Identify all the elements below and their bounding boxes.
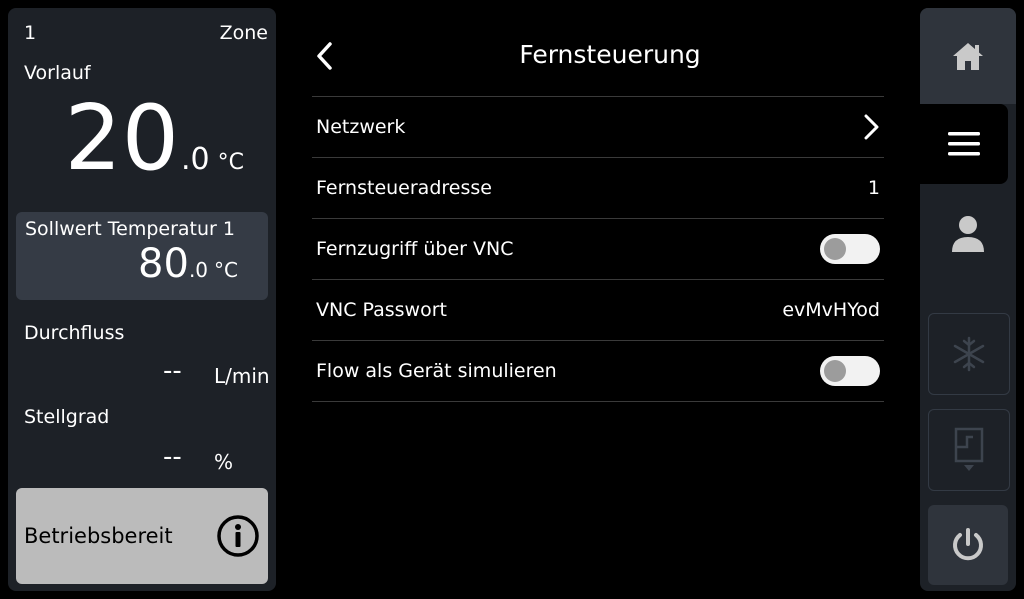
setpoint-box[interactable]: Sollwert Temperatur 1 80 .0 °C <box>16 212 268 300</box>
settings-list: Netzwerk Fernsteueradresse 1 Fernzugriff… <box>312 96 884 402</box>
settings-row-label: VNC Passwort <box>316 299 447 321</box>
user-icon <box>952 216 984 252</box>
settings-row-flow-simulate: Flow als Gerät simulieren <box>312 341 884 402</box>
stellgrad-value: -- <box>163 442 182 472</box>
settings-row-fernsteueradresse[interactable]: Fernsteueradresse 1 <box>312 158 884 219</box>
settings-row-label: Netzwerk <box>316 116 406 138</box>
zone-number: 1 <box>24 22 37 44</box>
settings-row-label: Fernsteueradresse <box>316 177 492 199</box>
durchfluss-value: -- <box>163 356 182 386</box>
status-panel: 1 Zone Vorlauf 20 .0 °C Sollwert Tempera… <box>8 8 276 591</box>
nav-user-button[interactable] <box>920 192 1016 276</box>
durchfluss-label: Durchfluss <box>24 322 125 344</box>
settings-row-value: 1 <box>867 177 880 199</box>
info-icon[interactable] <box>216 514 260 558</box>
flow-temperature: 20 .0 °C <box>64 94 244 184</box>
stellgrad-unit: % <box>214 450 234 474</box>
nav-power-button[interactable] <box>928 505 1008 585</box>
durchfluss-unit: L/min <box>214 364 270 388</box>
settings-row-netzwerk[interactable]: Netzwerk <box>312 97 884 158</box>
stellgrad-label: Stellgrad <box>24 406 110 428</box>
setpoint-unit: °C <box>214 258 238 282</box>
flow-label: Vorlauf <box>24 62 91 84</box>
toggle-knob <box>824 238 846 260</box>
menu-icon <box>948 132 980 156</box>
zone-label: Zone <box>219 22 268 44</box>
chevron-right-icon <box>864 114 879 140</box>
home-icon <box>953 43 983 70</box>
settings-row-value: evMvHYod <box>782 299 880 321</box>
flow-temp-dec: .0 <box>181 142 210 177</box>
door-icon <box>954 427 984 471</box>
settings-row-label: Flow als Gerät simulieren <box>316 360 557 382</box>
nav-menu-button[interactable] <box>920 104 1008 184</box>
nav-cooling-button[interactable] <box>928 313 1010 395</box>
setpoint-label: Sollwert Temperatur 1 <box>25 218 235 240</box>
flow-simulate-toggle[interactable] <box>820 356 880 386</box>
settings-row-vnc-password[interactable]: VNC Passwort evMvHYod <box>312 280 884 341</box>
status-text: Betriebsbereit <box>24 524 173 548</box>
nav-door-button[interactable] <box>928 409 1010 491</box>
flow-temp-unit: °C <box>217 150 244 175</box>
snowflake-icon <box>953 336 985 372</box>
settings-row-label: Fernzugriff über VNC <box>316 238 514 260</box>
setpoint-dec: .0 <box>188 258 209 282</box>
page-title: Fernsteuerung <box>519 40 701 69</box>
status-box[interactable]: Betriebsbereit <box>16 488 268 584</box>
vnc-access-toggle[interactable] <box>820 234 880 264</box>
flow-temp-int: 20 <box>64 86 179 191</box>
power-icon <box>953 528 983 561</box>
setpoint-value: 80 .0 °C <box>138 242 238 286</box>
toggle-knob <box>824 360 846 382</box>
nav-home-button[interactable] <box>920 8 1016 104</box>
setpoint-int: 80 <box>138 241 189 287</box>
settings-row-vnc-access: Fernzugriff über VNC <box>312 219 884 280</box>
